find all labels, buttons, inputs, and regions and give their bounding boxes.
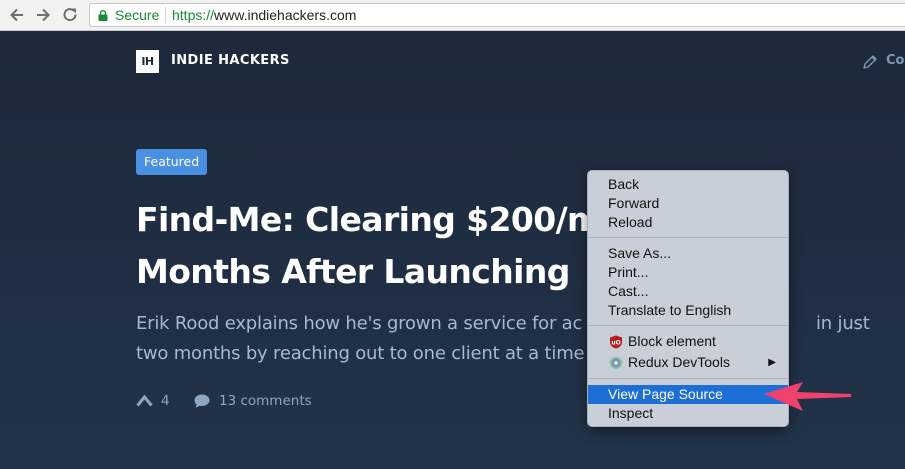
- menu-item-label: Redux DevTools: [628, 354, 730, 370]
- annotation-arrow-icon: [764, 382, 851, 411]
- ublock-icon: uO: [610, 335, 622, 349]
- url-scheme: https://: [172, 7, 215, 23]
- reload-icon: [63, 8, 77, 22]
- site-logo[interactable]: IH: [136, 50, 159, 73]
- menu-item-save-as[interactable]: Save As...: [588, 244, 788, 263]
- featured-badge[interactable]: Featured: [136, 149, 208, 175]
- forward-button[interactable]: [33, 5, 53, 25]
- menu-item-forward[interactable]: Forward: [588, 194, 788, 213]
- menu-item-translate[interactable]: Translate to English: [588, 301, 788, 320]
- menu-item-back[interactable]: Back: [588, 175, 788, 194]
- address-divider: [165, 7, 166, 23]
- summary-line: two months by reaching out to one client…: [136, 343, 585, 364]
- article-title-line: Find-Me: Clearing $200/mo: [136, 200, 624, 239]
- summary-line: Erik Rood explains how he's grown a serv…: [136, 313, 583, 334]
- redux-devtools-icon: [609, 356, 623, 370]
- menu-item-cast[interactable]: Cast...: [588, 282, 788, 301]
- reload-button[interactable]: [60, 5, 80, 25]
- context-menu: Back Forward Reload Save As... Print... …: [587, 170, 789, 427]
- pencil-icon[interactable]: [861, 53, 879, 71]
- lock-icon: [98, 10, 108, 21]
- menu-item-reload[interactable]: Reload: [588, 213, 788, 232]
- menu-item-block-element[interactable]: uO Block element: [588, 332, 788, 351]
- address-bar[interactable]: Secure https://www.indiehackers.com: [89, 3, 905, 27]
- arrow-right-icon: [37, 8, 50, 22]
- svg-text:uO: uO: [611, 340, 620, 347]
- menu-separator: [588, 237, 788, 238]
- url-host: www.indiehackers.com: [214, 7, 357, 23]
- menu-item-redux-devtools[interactable]: Redux DevTools ▶: [588, 353, 788, 372]
- submenu-arrow-icon: ▶: [768, 357, 776, 368]
- article-title-line: Months After Launching: [136, 252, 570, 291]
- site-brand[interactable]: INDIE HACKERS: [171, 53, 290, 68]
- menu-item-inspect[interactable]: Inspect: [588, 404, 788, 423]
- contribute-link[interactable]: Cor: [886, 53, 905, 68]
- comments-link[interactable]: 13 comments: [219, 393, 312, 409]
- summary-tail: in just: [816, 313, 870, 334]
- url-text: https://www.indiehackers.com: [172, 7, 356, 23]
- upvote-count: 4: [161, 393, 170, 409]
- menu-separator: [588, 378, 788, 379]
- article-summary: Erik Rood explains how he's grown a serv…: [136, 309, 870, 369]
- menu-separator: [588, 325, 788, 326]
- back-button[interactable]: [7, 5, 27, 25]
- secure-label: Secure: [115, 7, 160, 23]
- browser-toolbar: Secure https://www.indiehackers.com: [0, 0, 905, 31]
- arrow-left-icon: [10, 8, 23, 22]
- menu-item-print[interactable]: Print...: [588, 263, 788, 282]
- menu-item-label: Block element: [628, 333, 716, 349]
- article-title[interactable]: Find-Me: Clearing $200/mo Months After L…: [136, 194, 624, 298]
- menu-item-view-page-source[interactable]: View Page Source: [588, 385, 788, 404]
- comment-icon[interactable]: [193, 393, 211, 409]
- upvote-icon[interactable]: [136, 394, 153, 407]
